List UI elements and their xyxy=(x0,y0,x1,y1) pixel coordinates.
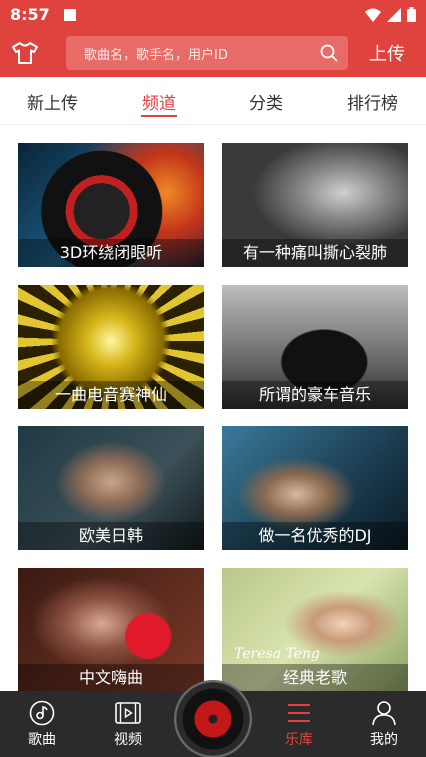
theme-button[interactable] xyxy=(0,29,50,77)
music-note-icon xyxy=(28,699,56,727)
search-placeholder: 歌曲名，歌手名，用户ID xyxy=(84,47,228,63)
app-header: 歌曲名，歌手名，用户ID 上传 xyxy=(0,29,426,77)
channel-card[interactable]: 有一种痛叫撕心裂肺 xyxy=(222,143,408,267)
tab-new-upload[interactable]: 新上传 xyxy=(27,89,78,114)
channel-title: 3D环绕闭眼听 xyxy=(18,239,204,267)
vinyl-disc-icon[interactable] xyxy=(174,680,252,757)
channel-title: 有一种痛叫撕心裂肺 xyxy=(222,239,408,267)
channel-card[interactable]: 一曲电音赛神仙 xyxy=(18,285,204,409)
nav-mine[interactable]: 我的 xyxy=(354,691,414,757)
active-tab-indicator xyxy=(141,115,177,117)
nav-label: 视频 xyxy=(114,732,142,748)
channel-title: 所谓的豪车音乐 xyxy=(222,381,408,409)
menu-icon xyxy=(285,699,313,727)
video-icon xyxy=(114,699,142,727)
user-icon xyxy=(370,699,398,727)
status-bar: 8:57 xyxy=(0,0,426,29)
battery-icon xyxy=(407,7,416,22)
tshirt-icon xyxy=(12,42,38,64)
channel-card[interactable]: 所谓的豪车音乐 xyxy=(222,285,408,409)
nav-label: 歌曲 xyxy=(28,732,56,748)
signal-icon xyxy=(387,7,401,22)
cover-image-text: Teresa Teng xyxy=(234,646,321,662)
channel-card[interactable]: 3D环绕闭眼听 xyxy=(18,143,204,267)
wifi-icon xyxy=(365,8,381,22)
channel-card[interactable]: 中文嗨曲 xyxy=(18,568,204,692)
status-time: 8:57 xyxy=(10,5,50,24)
search-input[interactable]: 歌曲名，歌手名，用户ID xyxy=(66,36,348,70)
channel-title: 一曲电音赛神仙 xyxy=(18,381,204,409)
upload-button[interactable]: 上传 xyxy=(369,40,405,66)
notification-icon xyxy=(63,8,76,21)
status-icons xyxy=(365,7,416,22)
tab-channel[interactable]: 频道 xyxy=(142,89,176,114)
nav-label: 我的 xyxy=(370,732,398,748)
channel-card[interactable]: 欧美日韩 xyxy=(18,426,204,550)
nav-video[interactable]: 视频 xyxy=(98,691,158,757)
channel-card[interactable]: 做一名优秀的DJ xyxy=(222,426,408,550)
nav-songs[interactable]: 歌曲 xyxy=(12,691,72,757)
channel-title: 经典老歌 xyxy=(222,664,408,692)
channel-title: 做一名优秀的DJ xyxy=(222,522,408,550)
channel-card[interactable]: Teresa Teng 经典老歌 xyxy=(222,568,408,692)
tab-bar: 新上传 频道 分类 排行榜 xyxy=(0,77,426,125)
nav-label: 乐库 xyxy=(285,732,313,748)
channel-title: 中文嗨曲 xyxy=(18,664,204,692)
search-icon[interactable] xyxy=(320,44,338,62)
tab-category[interactable]: 分类 xyxy=(249,89,283,114)
channel-title: 欧美日韩 xyxy=(18,522,204,550)
nav-library[interactable]: 乐库 xyxy=(269,691,329,757)
tab-ranking[interactable]: 排行榜 xyxy=(347,89,398,114)
